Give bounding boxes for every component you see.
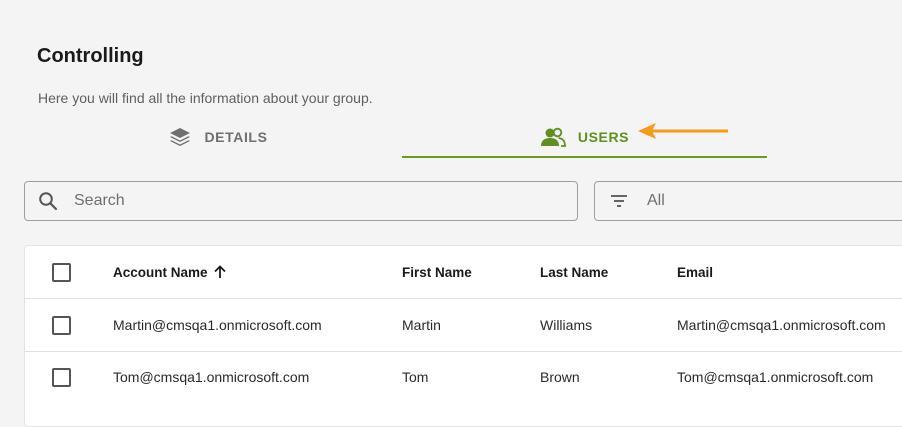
cell-email: Tom@cmsqa1.onmicrosoft.com — [677, 369, 874, 385]
users-icon — [540, 127, 566, 147]
row-checkbox[interactable] — [52, 367, 71, 387]
table-row[interactable]: Tom@cmsqa1.onmicrosoft.com Tom Brown Tom… — [25, 351, 902, 403]
table-header-row: Account Name First Name Last Name Email — [25, 246, 902, 299]
sort-arrow-up-icon — [213, 265, 227, 279]
row-checkbox[interactable] — [52, 315, 71, 335]
filter-value: All — [647, 192, 665, 209]
tab-details[interactable]: DETAILS — [34, 118, 402, 156]
search-icon — [38, 191, 58, 211]
cell-email: Martin@cmsqa1.onmicrosoft.com — [677, 317, 886, 333]
search-input[interactable] — [72, 191, 546, 211]
layers-icon — [168, 127, 192, 147]
select-all-checkbox[interactable] — [52, 262, 71, 282]
search-field[interactable] — [24, 181, 578, 221]
cell-last-name: Brown — [540, 369, 580, 385]
filter-select[interactable]: All — [594, 181, 902, 221]
cell-last-name: Williams — [540, 317, 593, 333]
cell-first-name: Tom — [402, 369, 429, 385]
cell-account-name: Tom@cmsqa1.onmicrosoft.com — [113, 369, 310, 385]
tab-details-label: DETAILS — [204, 129, 268, 145]
column-header-first-name[interactable]: First Name — [402, 246, 472, 298]
column-header-email[interactable]: Email — [677, 246, 713, 298]
page-subtitle: Here you will find all the information a… — [38, 90, 373, 106]
annotation-arrow-icon — [638, 123, 728, 139]
table-row[interactable]: Martin@cmsqa1.onmicrosoft.com Martin Wil… — [25, 299, 902, 352]
cell-account-name: Martin@cmsqa1.onmicrosoft.com — [113, 317, 322, 333]
page-title: Controlling — [37, 45, 144, 67]
users-table: Account Name First Name Last Name Email … — [24, 245, 902, 427]
column-header-last-name[interactable]: Last Name — [540, 246, 608, 298]
tab-users-label: USERS — [577, 129, 630, 145]
filter-lines-icon — [610, 194, 628, 208]
cell-first-name: Martin — [402, 317, 441, 333]
column-header-account-name[interactable]: Account Name — [113, 246, 227, 298]
